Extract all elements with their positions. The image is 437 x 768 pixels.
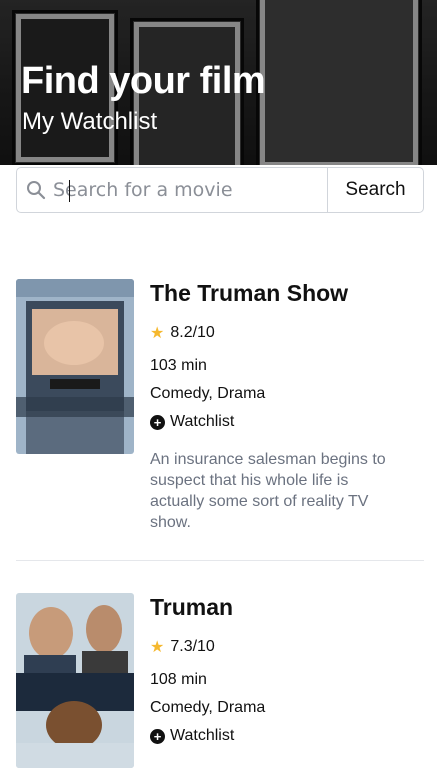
movie-poster[interactable] (16, 593, 134, 768)
plus-circle-icon: + (150, 728, 165, 744)
movie-description: An insurance salesman begins to suspect … (150, 451, 386, 531)
movie-genres: Comedy, Drama (150, 699, 266, 716)
movie-divider (16, 560, 424, 561)
text-cursor (69, 180, 70, 202)
search-icon (27, 181, 46, 200)
movie-genres: Comedy, Drama (150, 385, 266, 402)
page-title: Find your film (21, 60, 266, 102)
page-subtitle: My Watchlist (22, 108, 158, 135)
movie-rating: ★ 7.3/10 (150, 637, 215, 657)
rating-value: 7.3/10 (170, 638, 215, 655)
watchlist-label: Watchlist (170, 413, 235, 430)
add-to-watchlist-button[interactable]: + Watchlist (150, 413, 234, 431)
movie-title[interactable]: The Truman Show (150, 279, 400, 307)
star-icon: ★ (150, 639, 165, 656)
movie-title[interactable]: Truman (150, 593, 400, 621)
plus-circle-icon: + (150, 414, 165, 430)
movie-runtime: 103 min (150, 357, 207, 374)
watchlist-label: Watchlist (170, 727, 235, 744)
rating-value: 8.2/10 (170, 324, 215, 341)
search-bar: Search (16, 167, 424, 213)
hero-header: Find your film My Watchlist (0, 0, 437, 165)
movie-poster[interactable] (16, 279, 134, 454)
movie-rating: ★ 8.2/10 (150, 323, 215, 343)
search-button[interactable]: Search (327, 168, 423, 212)
search-input[interactable] (53, 174, 333, 206)
add-to-watchlist-button[interactable]: + Watchlist (150, 727, 234, 745)
star-icon: ★ (150, 325, 165, 342)
movie-runtime: 108 min (150, 671, 207, 688)
